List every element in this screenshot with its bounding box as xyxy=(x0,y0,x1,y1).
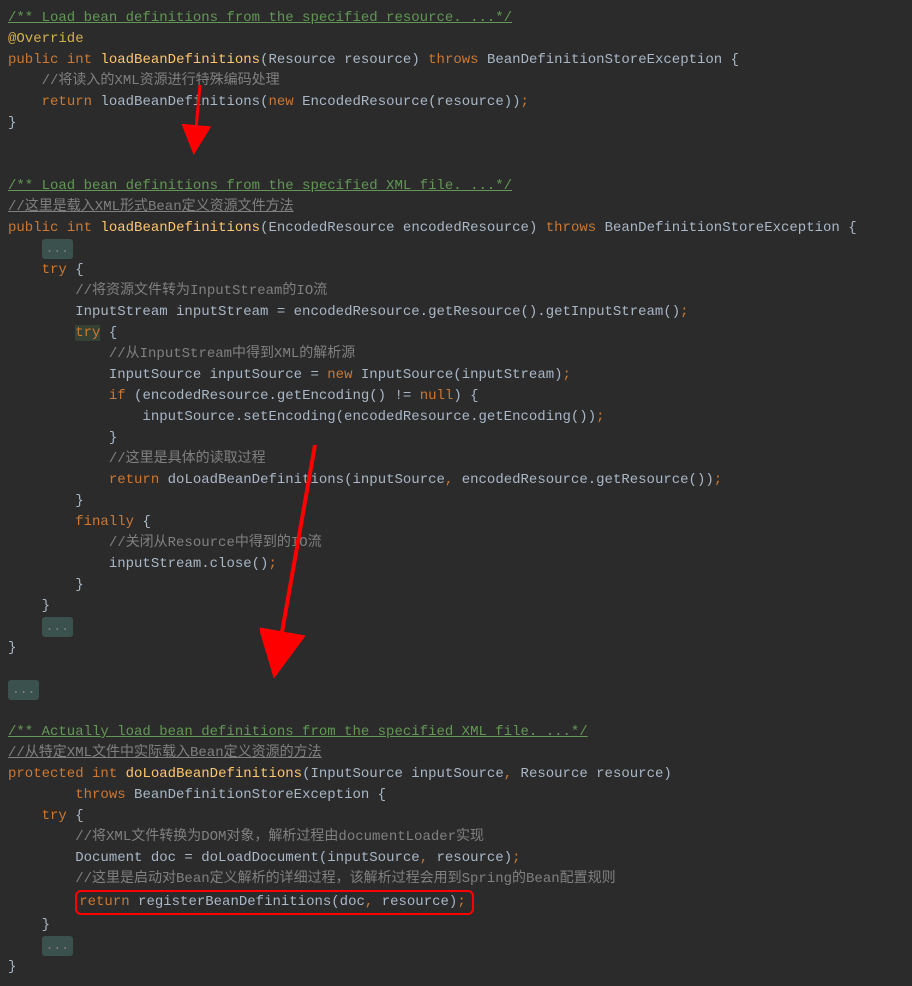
annotation: @Override xyxy=(8,31,84,47)
exception: BeanDefinitionStoreException { xyxy=(605,220,857,236)
kw-return: return xyxy=(42,94,92,110)
kw-try: try xyxy=(42,262,67,278)
if-end: ) { xyxy=(453,388,478,404)
line-comment: //将资源文件转为InputStream的IO流 xyxy=(75,283,327,299)
line-comment: //将读入的XML资源进行特殊编码处理 xyxy=(42,73,280,89)
code-line: inputSource.setEncoding(encodedResource.… xyxy=(142,409,596,425)
line-comment: //从InputStream中得到XML的解析源 xyxy=(109,346,355,362)
brace: { xyxy=(75,262,83,278)
exception: BeanDefinitionStoreException { xyxy=(487,52,739,68)
method-name: doLoadBeanDefinitions xyxy=(126,766,302,782)
brace-close: } xyxy=(42,917,50,933)
fold-icon[interactable]: ... xyxy=(42,239,73,259)
comma: , xyxy=(420,850,428,866)
fold-icon[interactable]: ... xyxy=(42,617,73,637)
kw-int: int xyxy=(92,766,117,782)
params2: Resource resource) xyxy=(512,766,672,782)
kw-protected: protected xyxy=(8,766,84,782)
enc: EncodedResource(resource)) xyxy=(302,94,520,110)
kw-throws: throws xyxy=(428,52,478,68)
method-name: loadBeanDefinitions xyxy=(100,52,260,68)
exception: BeanDefinitionStoreException { xyxy=(134,787,386,803)
code-line: InputSource inputSource = xyxy=(109,367,327,383)
kw-try: try xyxy=(75,325,100,341)
call: loadBeanDefinitions( xyxy=(100,94,268,110)
brace: { xyxy=(142,514,150,530)
kw-return: return xyxy=(109,472,159,488)
brace-close: } xyxy=(8,640,16,656)
code-line: InputStream inputStream = encodedResourc… xyxy=(75,304,680,320)
kw-null: null xyxy=(420,388,454,404)
brace-close: } xyxy=(75,493,83,509)
call: registerBeanDefinitions(doc xyxy=(138,894,365,910)
code-line: InputSource(inputStream) xyxy=(352,367,562,383)
cn-comment: //这里是载入XML形式Bean定义资源文件方法 xyxy=(8,199,294,215)
line-comment: //这里是启动对Bean定义解析的详细过程，该解析过程会用到Spring的Bea… xyxy=(75,871,615,887)
code-line: Document doc = doLoadDocument(inputSourc… xyxy=(75,850,419,866)
code-line2: resource) xyxy=(428,850,512,866)
comma: , xyxy=(504,766,512,782)
brace-close: } xyxy=(42,598,50,614)
call2: resource) xyxy=(373,894,457,910)
kw-public: public xyxy=(8,220,58,236)
line-comment: //这里是具体的读取过程 xyxy=(109,451,266,467)
doc-comment: /** Actually load bean definitions from … xyxy=(8,724,588,740)
params: (InputSource inputSource xyxy=(302,766,504,782)
kw-new: new xyxy=(268,94,293,110)
brace-close: } xyxy=(109,430,117,446)
call: doLoadBeanDefinitions(inputSource xyxy=(168,472,445,488)
call2: encodedResource.getResource()) xyxy=(453,472,713,488)
brace: { xyxy=(75,808,83,824)
kw-int: int xyxy=(67,52,92,68)
doc-comment: /** Load bean definitions from the speci… xyxy=(8,178,512,194)
kw-if: if xyxy=(109,388,126,404)
brace-close: } xyxy=(8,959,16,975)
fold-icon[interactable]: ... xyxy=(8,680,39,700)
params: (EncodedResource encodedResource) xyxy=(260,220,537,236)
kw-public: public xyxy=(8,52,58,68)
brace: { xyxy=(109,325,117,341)
doc-comment: /** Load bean definitions from the speci… xyxy=(8,10,512,26)
fold-icon[interactable]: ... xyxy=(42,936,73,956)
kw-new: new xyxy=(327,367,352,383)
kw-throws: throws xyxy=(75,787,125,803)
params: (Resource resource) xyxy=(260,52,420,68)
cn-comment: //从特定XML文件中实际载入Bean定义资源的方法 xyxy=(8,745,322,761)
method-name: loadBeanDefinitions xyxy=(100,220,260,236)
line-comment: //关闭从Resource中得到的IO流 xyxy=(109,535,322,551)
kw-int: int xyxy=(67,220,92,236)
highlight-box: return registerBeanDefinitions(doc, reso… xyxy=(75,890,474,915)
kw-finally: finally xyxy=(75,514,134,530)
line-comment: //将XML文件转换为DOM对象，解析过程由documentLoader实现 xyxy=(75,829,484,845)
brace-close: } xyxy=(8,115,16,131)
kw-try: try xyxy=(42,808,67,824)
if-cond: (encodedResource.getEncoding() != xyxy=(134,388,420,404)
code-line: inputStream.close() xyxy=(109,556,269,572)
semi: ; xyxy=(521,94,529,110)
code-block: /** Load bean definitions from the speci… xyxy=(8,8,904,978)
brace-close: } xyxy=(75,577,83,593)
kw-return: return xyxy=(79,894,129,910)
kw-throws: throws xyxy=(546,220,596,236)
